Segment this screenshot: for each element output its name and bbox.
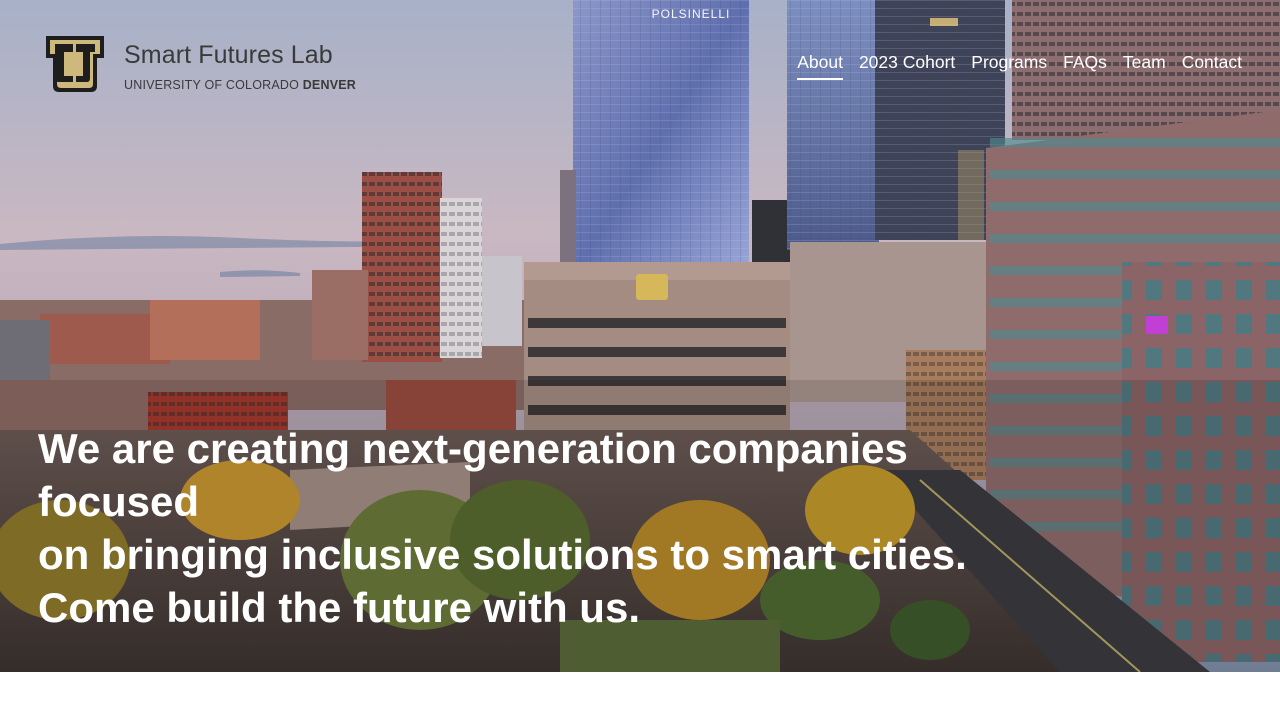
headline-line: focused — [38, 478, 200, 525]
hero-section: POLSINELLI Smart Futures Lab UNIVERSITY … — [0, 0, 1280, 672]
nav-item-programs[interactable]: Programs — [971, 50, 1047, 80]
nav-item-2023-cohort[interactable]: 2023 Cohort — [859, 50, 955, 80]
headline-line: on bringing inclusive solutions to smart… — [38, 531, 967, 578]
main-nav: About 2023 Cohort Programs FAQs Team Con… — [797, 50, 1242, 80]
building-sign: POLSINELLI — [652, 7, 731, 21]
page-content-area — [0, 672, 1280, 720]
brand-logo[interactable]: Smart Futures Lab UNIVERSITY OF COLORADO… — [42, 32, 356, 96]
headline-line: We are creating next-generation companie… — [38, 425, 908, 472]
brand-title: Smart Futures Lab — [124, 41, 333, 69]
cu-logo-icon — [46, 36, 104, 92]
nav-item-contact[interactable]: Contact — [1182, 50, 1242, 80]
nav-item-faqs[interactable]: FAQs — [1063, 50, 1107, 80]
hero-headline: We are creating next-generation companie… — [38, 422, 998, 634]
brand-subtitle: UNIVERSITY OF COLORADO DENVER — [124, 78, 356, 92]
brand-subtitle-prefix: UNIVERSITY OF COLORADO — [124, 78, 303, 92]
brand-subtitle-bold: DENVER — [302, 78, 356, 92]
nav-item-about[interactable]: About — [797, 50, 843, 80]
nav-item-team[interactable]: Team — [1123, 50, 1166, 80]
headline-line: Come build the future with us. — [38, 584, 640, 631]
